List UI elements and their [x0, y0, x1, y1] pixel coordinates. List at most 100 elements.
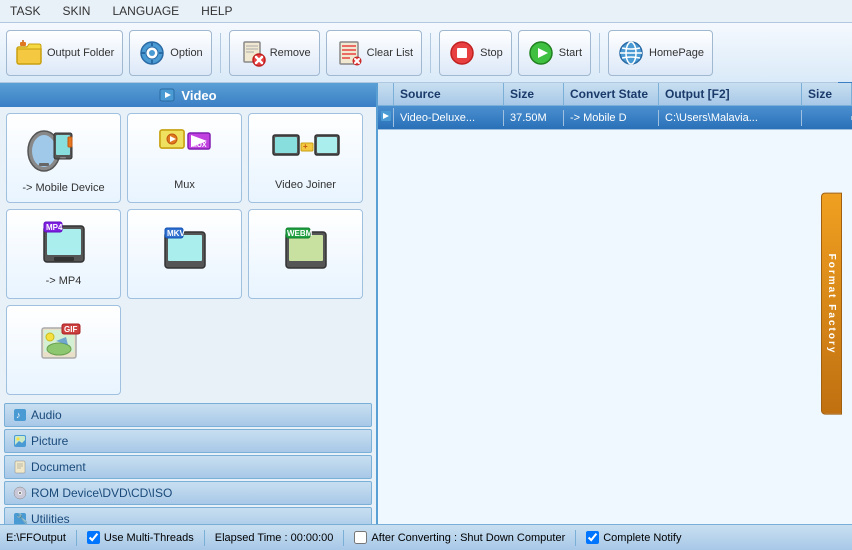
after-converting-label: After Converting : Shut Down Computer: [371, 532, 565, 544]
gif-icon: GIF: [34, 323, 94, 373]
utilities-icon: 🔧: [13, 512, 27, 524]
status-sep-4: [575, 530, 576, 546]
remove-icon: [238, 39, 266, 67]
mp4-item[interactable]: MP4 -> MP4: [6, 209, 121, 299]
audio-category[interactable]: ♪ Audio: [4, 403, 372, 427]
menu-skin[interactable]: SKIN: [58, 2, 94, 20]
out-size-col-header: Size: [802, 83, 852, 105]
elapsed-time: Elapsed Time : 00:00:00: [215, 532, 334, 544]
svg-text:WEBM: WEBM: [287, 229, 313, 238]
menu-bar: TASK SKIN LANGUAGE HELP: [0, 0, 852, 23]
main-area: Video: [0, 83, 852, 524]
use-multithreads-label: Use Multi-Threads: [104, 532, 194, 544]
gif-item[interactable]: GIF: [6, 305, 121, 395]
output-folder-button[interactable]: Output Folder: [6, 30, 123, 76]
audio-icon: ♪: [13, 408, 27, 422]
webm-icon: WEBM: [276, 227, 336, 277]
status-bar: E:\FFOutput Use Multi-Threads Elapsed Ti…: [0, 524, 852, 550]
clear-list-icon: [335, 39, 363, 67]
after-converting-seg: After Converting : Shut Down Computer: [354, 531, 565, 544]
convert-state-col-header: Convert State: [564, 83, 659, 105]
row-icon: [378, 108, 394, 127]
source-col-header: Source: [394, 83, 504, 105]
remove-label: Remove: [270, 47, 311, 59]
svg-text:🔧: 🔧: [16, 512, 27, 524]
toolbar-separator-1: [220, 33, 221, 73]
option-button[interactable]: Option: [129, 30, 211, 76]
webm-item[interactable]: WEBM: [248, 209, 363, 299]
start-icon: [527, 39, 555, 67]
mobile-device-label: -> Mobile Device: [22, 182, 104, 194]
homepage-label: HomePage: [649, 47, 704, 59]
option-icon: [138, 39, 166, 67]
homepage-icon: [617, 39, 645, 67]
start-button[interactable]: Start: [518, 30, 591, 76]
svg-text:GIF: GIF: [64, 325, 77, 334]
output-cell: C:\Users\Malavia...: [659, 110, 802, 126]
svg-text:MKV: MKV: [167, 229, 185, 238]
use-multithreads-checkbox[interactable]: [87, 531, 100, 544]
picture-category[interactable]: Picture: [4, 429, 372, 453]
video-grid: -> Mobile Device MUX: [0, 107, 376, 401]
sidebar: Video: [0, 83, 378, 524]
clear-list-label: Clear List: [367, 47, 413, 59]
mobile-device-item[interactable]: -> Mobile Device: [6, 113, 121, 203]
output-folder-icon: [15, 39, 43, 67]
complete-notify-checkbox[interactable]: [586, 531, 599, 544]
clear-list-button[interactable]: Clear List: [326, 30, 422, 76]
option-label: Option: [170, 47, 202, 59]
output-folder-label: Output Folder: [47, 47, 114, 59]
complete-notify-label: Complete Notify: [603, 532, 681, 544]
rom-category[interactable]: ROM Device\DVD\CD\ISO: [4, 481, 372, 505]
after-converting-checkbox[interactable]: [354, 531, 367, 544]
status-sep-2: [204, 530, 205, 546]
video-joiner-item[interactable]: + Video Joiner: [248, 113, 363, 203]
svg-text:♪: ♪: [16, 410, 21, 420]
mp4-icon: MP4: [34, 221, 94, 271]
right-panel: Source Size Convert State Output [F2] Si…: [378, 83, 852, 524]
svg-text:MP4: MP4: [46, 223, 63, 232]
output-col-header: Output [F2]: [659, 83, 802, 105]
mkv-icon: MKV: [155, 227, 215, 277]
menu-language[interactable]: LANGUAGE: [108, 2, 183, 20]
video-header-icon: [159, 87, 175, 103]
svg-text:+: +: [303, 142, 308, 151]
remove-button[interactable]: Remove: [229, 30, 320, 76]
file-list-header: Source Size Convert State Output [F2] Si…: [378, 83, 852, 106]
source-cell: Video-Deluxe...: [394, 110, 504, 126]
stop-button[interactable]: Stop: [439, 30, 512, 76]
sidebar-content: -> Mobile Device MUX: [0, 107, 376, 524]
mux-item[interactable]: MUX Mux: [127, 113, 242, 203]
complete-notify-seg: Complete Notify: [586, 531, 681, 544]
picture-icon: [13, 434, 27, 448]
size-cell: 37.50M: [504, 110, 564, 126]
menu-help[interactable]: HELP: [197, 2, 236, 20]
size-col-header: Size: [504, 83, 564, 105]
video-joiner-icon: +: [271, 125, 341, 175]
table-row[interactable]: Video-Deluxe... 37.50M -> Mobile D C:\Us…: [378, 106, 852, 130]
mkv-item[interactable]: MKV: [127, 209, 242, 299]
status-sep-3: [343, 530, 344, 546]
video-joiner-label: Video Joiner: [275, 179, 336, 191]
toolbar-separator-2: [430, 33, 431, 73]
icon-col-header: [378, 83, 394, 105]
svg-text:MUX: MUX: [191, 142, 207, 149]
out-size-cell: [802, 116, 852, 120]
file-list: Video-Deluxe... 37.50M -> Mobile D C:\Us…: [378, 106, 852, 524]
menu-task[interactable]: TASK: [6, 2, 44, 20]
use-multithreads-seg: Use Multi-Threads: [87, 531, 194, 544]
homepage-button[interactable]: HomePage: [608, 30, 713, 76]
mobile-device-icon: [24, 123, 104, 178]
sidebar-header: Video: [0, 83, 376, 107]
convert-state-cell: -> Mobile D: [564, 110, 659, 126]
document-category[interactable]: Document: [4, 455, 372, 479]
stop-icon: [448, 39, 476, 67]
toolbar-separator-3: [599, 33, 600, 73]
utilities-category[interactable]: 🔧 Utilities: [4, 507, 372, 524]
mux-icon: MUX: [155, 125, 215, 175]
folder-path: E:\FFOutput: [6, 532, 66, 544]
stop-label: Stop: [480, 47, 503, 59]
mux-label: Mux: [174, 179, 195, 191]
sidebar-title: Video: [181, 88, 216, 103]
toolbar: Output Folder Option: [0, 23, 852, 83]
